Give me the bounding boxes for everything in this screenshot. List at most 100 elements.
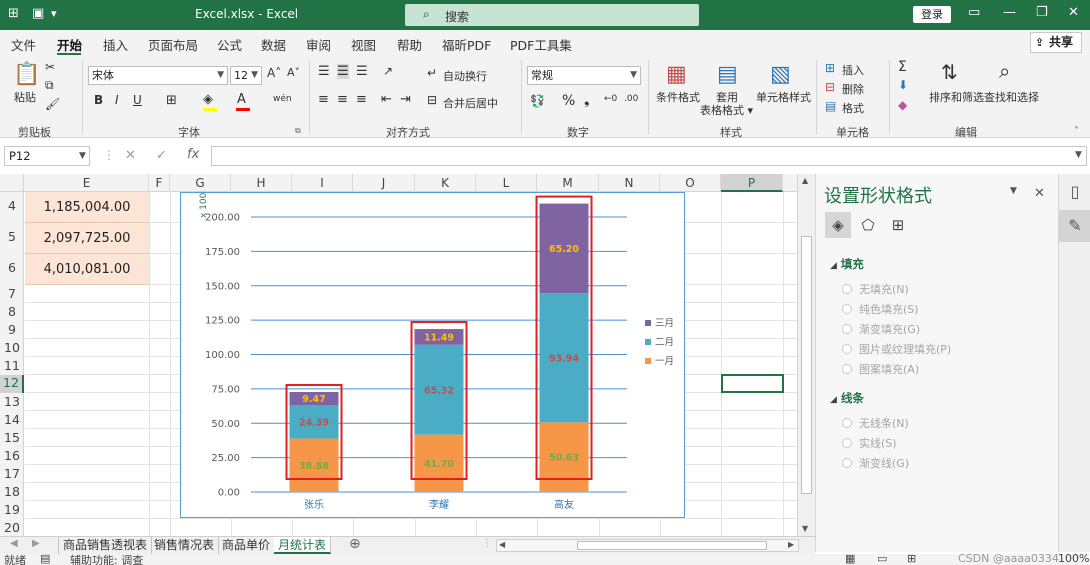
sort-filter-icon[interactable]: ⇅	[941, 60, 958, 84]
align-left-icon[interactable]: ≡	[318, 92, 329, 107]
column-header[interactable]: O	[660, 174, 721, 192]
sheet-tab-active[interactable]: 月统计表	[274, 537, 332, 554]
gradient-fill-option[interactable]: 渐变填充(G)	[842, 321, 920, 337]
sheet-tab[interactable]: 销售情况表	[150, 537, 220, 554]
font-name-select[interactable]: 宋体 ▼	[88, 66, 228, 85]
delete-cells-icon[interactable]: ⊟	[825, 80, 835, 94]
line-section-header[interactable]: ◢ 线条	[830, 390, 864, 406]
cell-e4[interactable]: 1,185,004.00	[25, 192, 149, 223]
pattern-fill-option[interactable]: 图案填充(A)	[842, 361, 919, 377]
scroll-down-icon[interactable]: ▼	[802, 524, 808, 533]
fill-line-tab-icon[interactable]: ◈	[825, 212, 851, 238]
align-top-icon[interactable]: ☰	[318, 64, 330, 79]
sort-filter-label[interactable]: 排序和筛选	[929, 89, 984, 105]
column-header[interactable]: F	[149, 174, 170, 192]
horizontal-scrollbar[interactable]: ◀ ▶	[496, 539, 799, 552]
enter-icon[interactable]: ✓	[156, 148, 167, 163]
merge-center-icon[interactable]: ⊟	[427, 93, 437, 107]
phonetic-icon[interactable]: wén	[273, 94, 292, 104]
pane-options-icon[interactable]: ▼	[1010, 186, 1017, 196]
close-icon[interactable]: ✕	[1034, 186, 1045, 201]
fill-color-icon[interactable]: ◈	[203, 92, 213, 107]
document-icon[interactable]: ▯	[1059, 176, 1090, 208]
align-bottom-icon[interactable]: ☰	[356, 64, 368, 79]
solid-line-option[interactable]: 实线(S)	[842, 435, 897, 451]
cell-styles-label[interactable]: 单元格样式	[756, 89, 811, 105]
cell-styles-icon[interactable]: ▧	[770, 62, 791, 87]
no-fill-option[interactable]: 无填充(N)	[842, 281, 909, 297]
copy-icon[interactable]: ⧉	[45, 78, 54, 93]
minimize-icon[interactable]: —	[1003, 5, 1016, 20]
column-header[interactable]: H	[231, 174, 292, 192]
conditional-format-label[interactable]: 条件格式	[656, 89, 700, 105]
row-header[interactable]: 10	[0, 340, 24, 355]
page-layout-view-icon[interactable]: ▭	[877, 554, 887, 565]
delete-cells-label[interactable]: 删除	[842, 81, 864, 97]
format-as-table-icon[interactable]: ▤	[717, 62, 738, 87]
selected-cell-p12[interactable]	[721, 374, 784, 393]
column-header[interactable]: E	[25, 174, 149, 192]
login-button[interactable]: 登录	[913, 6, 951, 23]
tab-home[interactable]: 开始	[57, 35, 82, 54]
format-cells-label[interactable]: 格式	[842, 100, 864, 116]
merge-center-label[interactable]: 合并后居中	[443, 95, 498, 111]
insert-cells-label[interactable]: 插入	[842, 62, 864, 78]
share-button[interactable]: ⇪ 共享	[1030, 32, 1082, 53]
sheet-tab[interactable]: 商品单价	[218, 537, 276, 554]
paste-icon[interactable]: 📋	[13, 62, 40, 87]
tab-formulas[interactable]: 公式	[217, 35, 242, 54]
cell-e6[interactable]: 4,010,081.00	[25, 254, 149, 285]
tab-view[interactable]: 视图	[351, 35, 376, 54]
solid-fill-option[interactable]: 纯色填充(S)	[842, 301, 919, 317]
scroll-right-icon[interactable]: ▶	[788, 540, 794, 549]
decrease-font-icon[interactable]: A˅	[287, 66, 300, 79]
increase-font-icon[interactable]: A˄	[267, 66, 281, 80]
save-icon[interactable]: ▣	[32, 6, 44, 21]
wrap-text-icon[interactable]: ↵	[427, 66, 437, 80]
customize-toolbar-icon[interactable]: ▾	[51, 7, 57, 20]
tab-pdf-tools[interactable]: PDF工具集	[510, 35, 572, 54]
effects-tab-icon[interactable]: ⬠	[855, 212, 881, 238]
align-right-icon[interactable]: ≡	[356, 92, 367, 107]
align-middle-icon[interactable]: ☰	[337, 64, 349, 79]
scroll-thumb[interactable]	[801, 236, 812, 494]
row-header[interactable]: 9	[0, 322, 24, 337]
restore-icon[interactable]: ❐	[1036, 5, 1048, 20]
search-box[interactable]: ⌕ 搜索	[405, 4, 699, 26]
bold-button[interactable]: B	[94, 93, 103, 107]
autosave-icon[interactable]: ⊞	[8, 6, 19, 21]
cancel-icon[interactable]: ✕	[125, 148, 136, 163]
fill-section-header[interactable]: ◢ 填充	[830, 256, 864, 272]
fill-icon[interactable]: ⬇	[898, 78, 908, 92]
gradient-line-option[interactable]: 渐变线(G)	[842, 455, 909, 471]
expand-formula-icon[interactable]: ▼	[1075, 150, 1082, 160]
row-header[interactable]: 13	[0, 394, 24, 409]
close-icon[interactable]: ✕	[1068, 5, 1079, 20]
tab-page-layout[interactable]: 页面布局	[148, 35, 198, 54]
row-header[interactable]: 5	[0, 229, 24, 244]
percent-icon[interactable]: %	[562, 93, 575, 109]
row-header[interactable]: 7	[0, 286, 24, 301]
accounting-format-icon[interactable]: 💱	[530, 94, 545, 108]
row-header[interactable]: 16	[0, 448, 24, 463]
column-header[interactable]: M	[537, 174, 599, 192]
ribbon-display-icon[interactable]: ▭	[968, 5, 980, 20]
scroll-thumb[interactable]	[577, 541, 767, 550]
find-select-label[interactable]: 查找和选择	[984, 89, 1039, 105]
column-header[interactable]: L	[476, 174, 537, 192]
number-format-select[interactable]: 常规 ▼	[527, 66, 641, 85]
column-header[interactable]: J	[353, 174, 415, 192]
conditional-format-icon[interactable]: ▦	[666, 62, 687, 87]
vertical-scrollbar[interactable]: ▲ ▼	[797, 174, 815, 536]
increase-indent-icon[interactable]: ⇥	[400, 92, 411, 107]
format-cells-icon[interactable]: ▤	[825, 99, 836, 113]
add-sheet-icon[interactable]: ⊕	[349, 536, 361, 552]
column-header[interactable]: K	[415, 174, 476, 192]
autosum-icon[interactable]: Σ	[898, 59, 907, 75]
format-painter-icon[interactable]: 🖌	[45, 97, 60, 111]
dialog-launcher-icon[interactable]: ⧉	[295, 126, 301, 136]
normal-view-icon[interactable]: ▦	[845, 554, 855, 565]
insert-function-icon[interactable]: fx	[187, 147, 199, 162]
page-break-view-icon[interactable]: ⊞	[907, 554, 916, 565]
row-header[interactable]: 6	[0, 260, 24, 275]
